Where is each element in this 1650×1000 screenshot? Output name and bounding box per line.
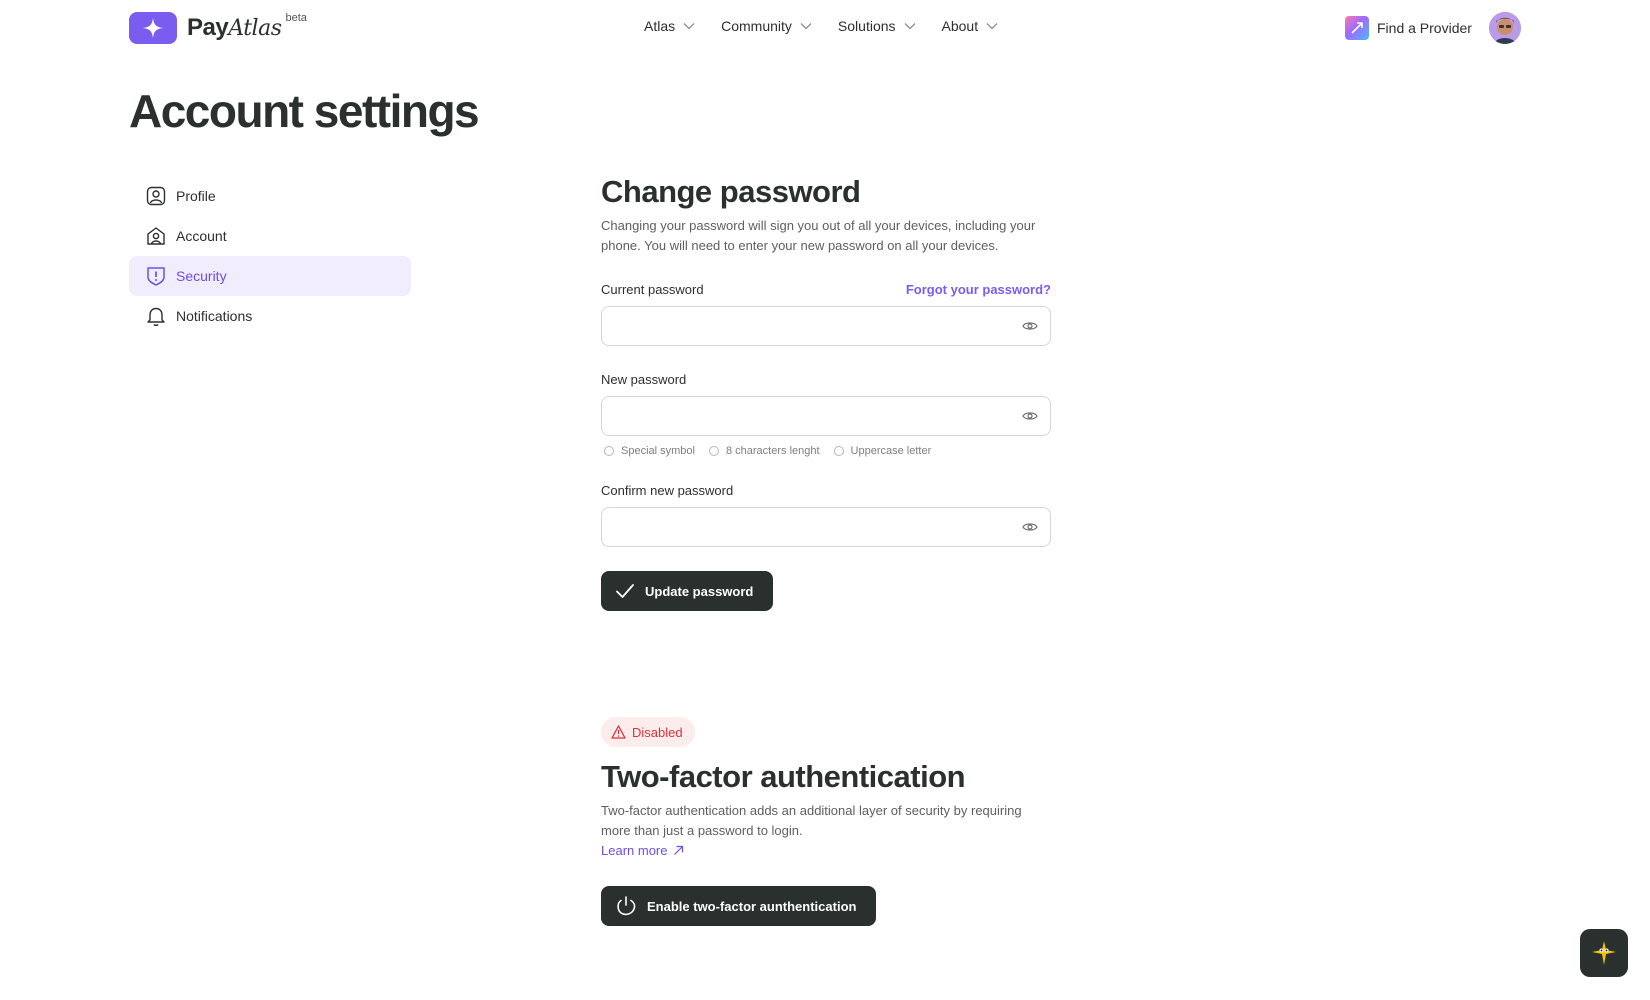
circle-icon <box>708 446 719 456</box>
learn-more-label: Learn more <box>601 843 668 858</box>
eye-icon[interactable] <box>1022 520 1038 534</box>
sidebar-item-profile[interactable]: Profile <box>129 176 411 216</box>
settings-sidebar: Profile Account Security Notifications <box>129 176 411 336</box>
change-password-description: Changing your password will sign you out… <box>601 218 1036 253</box>
requirement-label: Special symbol <box>621 445 695 457</box>
current-password-label-row: Current password Forgot your password? <box>601 282 1051 297</box>
bird-assistant-icon <box>1592 941 1616 965</box>
current-password-input[interactable] <box>602 307 1050 345</box>
sidebar-item-notifications[interactable]: Notifications <box>129 296 411 336</box>
nav-atlas[interactable]: Atlas <box>644 18 695 34</box>
top-header: PayAtlas beta Atlas Community Solutions … <box>0 0 1650 56</box>
sidebar-item-security[interactable]: Security <box>129 256 411 296</box>
bell-icon <box>147 307 165 326</box>
current-password-label: Current password <box>601 282 704 297</box>
warning-icon <box>611 725 626 739</box>
requirement-label: Uppercase letter <box>850 445 932 457</box>
confirm-password-field <box>601 507 1051 547</box>
circle-icon <box>604 446 614 456</box>
find-provider-label: Find a Provider <box>1377 20 1472 36</box>
requirement-length: 8 characters lenght <box>708 445 820 457</box>
current-password-field <box>601 306 1051 346</box>
new-password-field <box>601 396 1051 436</box>
requirement-uppercase: Uppercase letter <box>833 445 932 457</box>
sidebar-item-label: Profile <box>176 188 216 204</box>
two-factor-description: Two-factor authentication adds an additi… <box>601 803 1022 838</box>
confirm-password-label: Confirm new password <box>601 483 734 498</box>
payatlas-logo[interactable]: PayAtlas beta <box>129 12 307 45</box>
nav-about-label: About <box>941 18 979 34</box>
chevron-down-icon <box>683 23 695 30</box>
change-password-section: Change password Changing your password w… <box>601 174 1051 611</box>
logo-wordmark: PayAtlas <box>187 12 282 45</box>
update-password-label: Update password <box>645 583 754 599</box>
enable-two-factor-label: Enable two-factor aunthentication <box>647 898 857 914</box>
power-icon <box>617 896 636 916</box>
change-password-title: Change password <box>601 174 861 209</box>
logo-atlas: Atlas <box>228 16 282 41</box>
confirm-password-input[interactable] <box>602 508 1050 546</box>
status-badge: Disabled <box>601 717 695 747</box>
requirement-label: 8 characters lenght <box>725 445 820 457</box>
sidebar-item-account[interactable]: Account <box>129 216 411 256</box>
learn-more-link[interactable]: Learn more <box>601 843 684 858</box>
map-icon <box>1345 16 1369 40</box>
external-link-icon <box>674 845 684 855</box>
eye-icon[interactable] <box>1022 319 1038 333</box>
beta-badge: beta <box>285 12 307 24</box>
new-password-input[interactable] <box>602 397 1050 435</box>
profile-icon <box>146 186 166 206</box>
nav-solutions[interactable]: Solutions <box>838 18 916 34</box>
circle-icon <box>833 446 844 456</box>
nav-community-label: Community <box>721 18 792 34</box>
update-password-button[interactable]: Update password <box>601 571 774 611</box>
main-nav: Atlas Community Solutions About <box>644 18 998 34</box>
check-icon <box>616 584 634 598</box>
account-icon <box>147 227 165 245</box>
logo-pay: Pay <box>187 14 229 41</box>
chevron-down-icon <box>986 23 998 30</box>
assistant-button[interactable] <box>1580 929 1628 977</box>
chevron-down-icon <box>904 23 915 30</box>
nav-about[interactable]: About <box>942 18 999 34</box>
sparkle-logo-icon <box>129 12 177 44</box>
shield-icon <box>147 267 165 286</box>
page-title: Account settings <box>129 85 480 137</box>
chevron-down-icon <box>800 23 812 30</box>
nav-solutions-label: Solutions <box>837 18 896 34</box>
forgot-password-link[interactable]: Forgot your password? <box>906 282 1051 297</box>
nav-community[interactable]: Community <box>721 18 812 34</box>
user-avatar[interactable] <box>1489 12 1521 44</box>
enable-two-factor-button[interactable]: Enable two-factor aunthentication <box>601 886 877 926</box>
password-requirements: Special symbol 8 characters lenght Upper… <box>601 445 1051 457</box>
sidebar-item-label: Notifications <box>176 308 253 324</box>
find-provider-link[interactable]: Find a Provider <box>1345 16 1472 40</box>
new-password-label: New password <box>601 372 687 387</box>
sidebar-item-label: Security <box>176 268 227 284</box>
two-factor-section: Disabled Two-factor authentication Two-f… <box>601 717 1051 926</box>
requirement-special-symbol: Special symbol <box>604 445 695 457</box>
status-badge-label: Disabled <box>632 724 683 740</box>
eye-icon[interactable] <box>1022 409 1038 423</box>
two-factor-title: Two-factor authentication <box>601 759 966 794</box>
sidebar-item-label: Account <box>176 228 227 244</box>
nav-atlas-label: Atlas <box>644 18 676 34</box>
